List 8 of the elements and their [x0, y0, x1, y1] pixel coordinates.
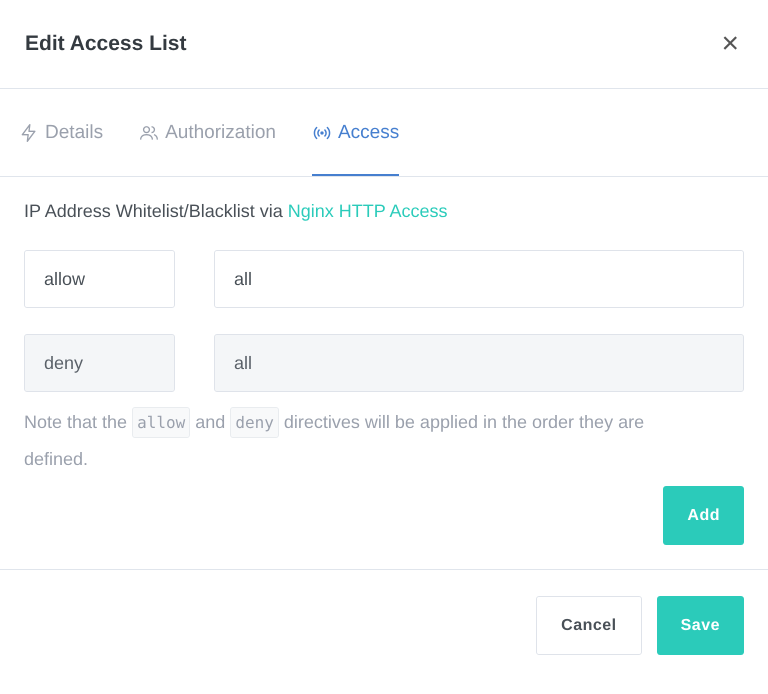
close-button[interactable]: ×: [717, 29, 743, 59]
dialog-title: Edit Access List: [25, 32, 186, 56]
directive-select[interactable]: allow: [24, 250, 175, 308]
note-text: Note that the allow and deny directives will be applied in the order they are defined.: [24, 404, 674, 478]
intro-text: IP Address Whitelist/Blacklist via Nginx HTTP Access: [24, 201, 448, 222]
address-field[interactable]: all: [214, 250, 744, 308]
cancel-button[interactable]: Cancel: [536, 596, 642, 655]
tab[interactable]: Access: [312, 89, 400, 176]
